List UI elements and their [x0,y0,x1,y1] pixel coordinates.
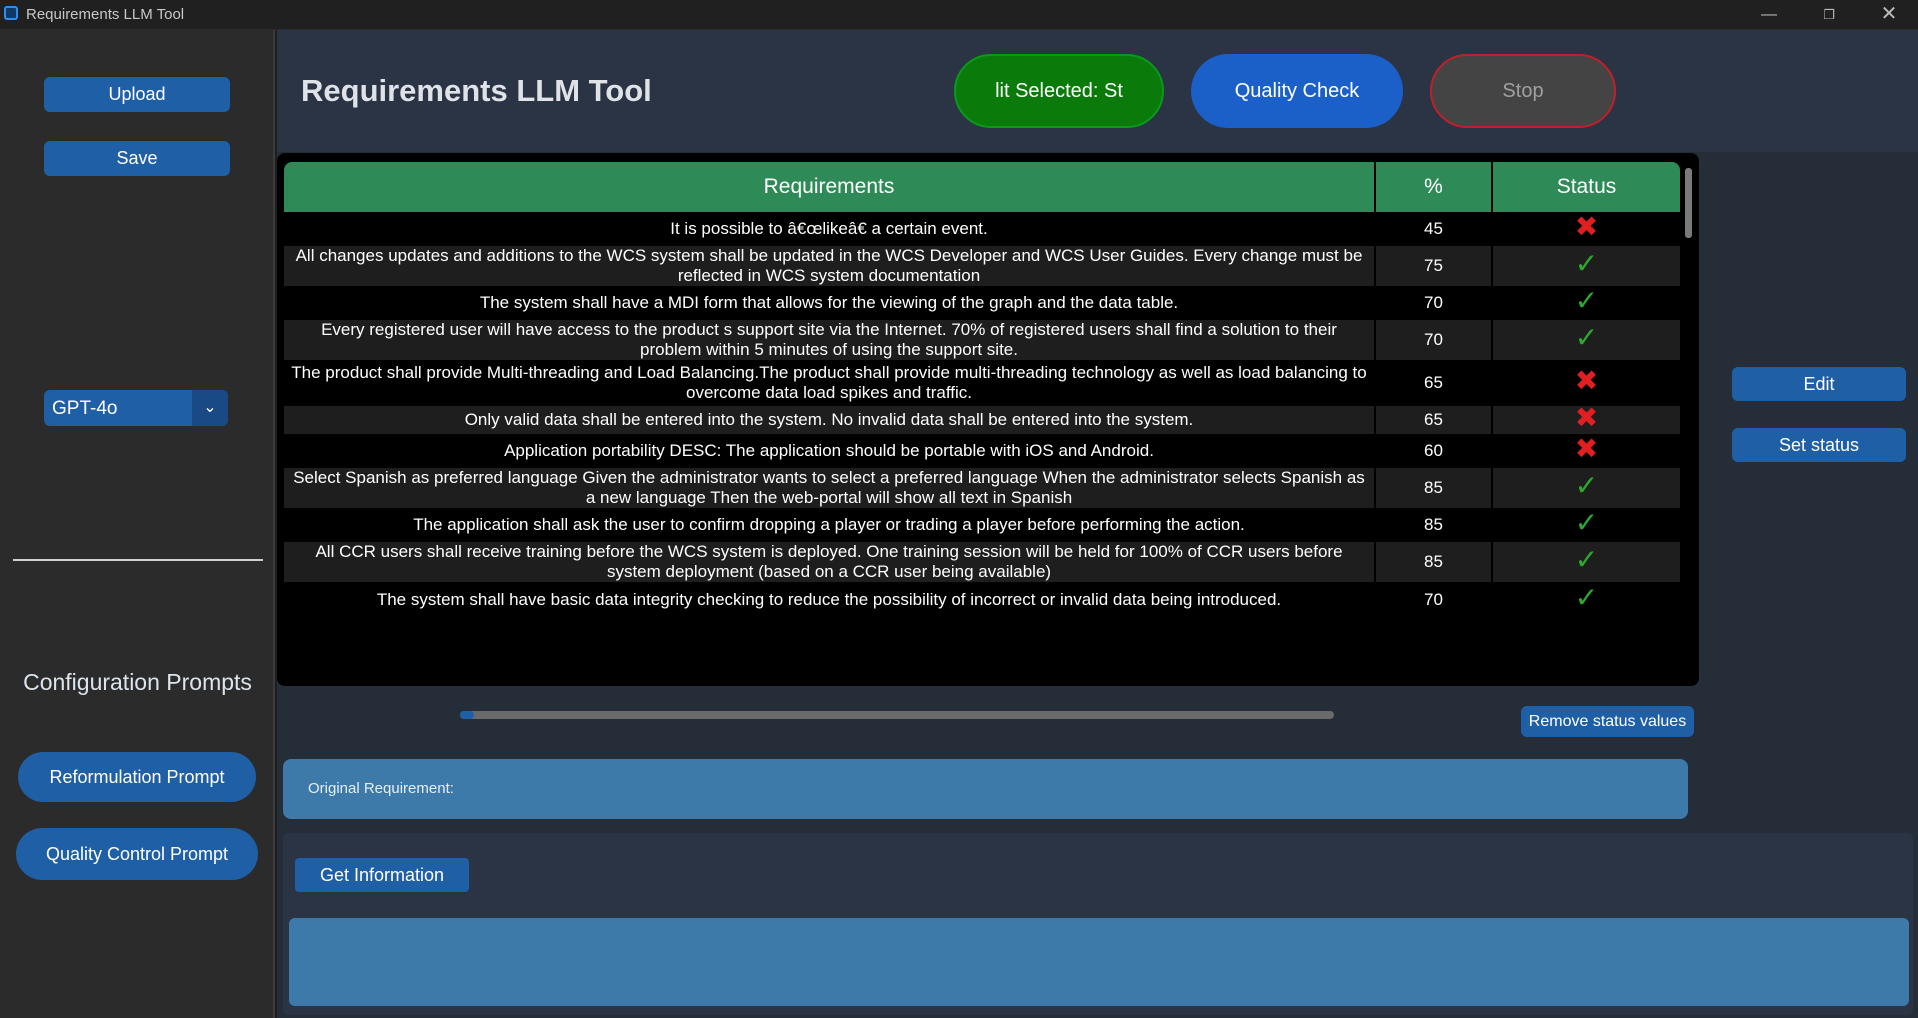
chevron-down-icon[interactable]: ⌄ [192,390,228,426]
quality-check-button[interactable]: Quality Check [1191,54,1403,128]
edit-button[interactable]: Edit [1732,367,1906,401]
percent-cell: 60 [1375,434,1493,467]
table-row[interactable]: Only valid data shall be entered into th… [284,402,1680,436]
column-header-requirements[interactable]: Requirements [284,162,1376,214]
remove-status-values-button[interactable]: Remove status values [1521,706,1694,737]
requirement-cell[interactable]: All CCR users shall receive training bef… [284,539,1376,584]
status-cell: ✖ [1492,360,1680,405]
requirements-table: Requirements % Status It is possible to … [284,162,1680,616]
cross-icon: ✖ [1574,211,1599,242]
requirement-cell[interactable]: The system shall have basic data integri… [284,582,1376,616]
checkmark-icon: ✓ [1574,285,1599,316]
column-header-status[interactable]: Status [1492,162,1680,214]
minimize-icon[interactable]: — [1746,0,1792,29]
requirements-table-container: Requirements % Status It is possible to … [277,153,1699,686]
requirement-cell[interactable]: The application shall ask the user to co… [284,508,1376,541]
column-header-percent[interactable]: % [1375,162,1493,214]
table-row[interactable]: Every registered user will have access t… [284,317,1680,362]
original-requirement-label: Original Requirement: [308,780,454,797]
percent-cell: 75 [1375,243,1493,288]
status-cell: ✓ [1492,582,1680,616]
table-row[interactable]: The application shall ask the user to co… [284,507,1680,541]
status-cell: ✓ [1492,285,1680,319]
upload-button[interactable]: Upload [44,77,230,112]
requirement-cell[interactable]: Every registered user will have access t… [284,317,1376,362]
stop-button[interactable]: Stop [1430,54,1616,128]
table-row[interactable]: All changes updates and additions to the… [284,243,1680,288]
table-row[interactable]: The system shall have a MDI form that al… [284,285,1680,319]
table-horizontal-scrollbar[interactable] [460,711,1334,719]
original-requirement-field[interactable]: Original Requirement: [283,759,1688,819]
sidebar-divider [13,559,263,561]
percent-cell: 85 [1375,508,1493,541]
status-cell: ✓ [1492,507,1680,541]
status-cell: ✖ [1492,211,1680,245]
percent-cell: 70 [1375,286,1493,319]
model-dropdown[interactable]: GPT-4o ⌄ [44,390,228,426]
cross-icon: ✖ [1574,365,1599,396]
save-button[interactable]: Save [44,141,230,176]
scrollbar-thumb[interactable] [460,711,474,719]
percent-cell: 70 [1375,582,1493,616]
app-icon [4,6,18,20]
maximize-icon[interactable]: ❐ [1806,0,1852,29]
requirement-cell[interactable]: Select Spanish as preferred language Giv… [284,465,1376,510]
table-row[interactable]: The system shall have basic data integri… [284,582,1680,616]
table-row[interactable]: It is possible to â€œlikeâ€ a certain ev… [284,211,1680,245]
checkmark-icon: ✓ [1574,470,1599,501]
table-row[interactable]: Application portability DESC: The applic… [284,433,1680,467]
checkmark-icon: ✓ [1574,322,1599,353]
requirement-cell[interactable]: All changes updates and additions to the… [284,243,1376,288]
requirement-cell[interactable]: It is possible to â€œlikeâ€ a certain ev… [284,212,1376,245]
table-row[interactable]: The product shall provide Multi-threadin… [284,360,1680,405]
status-cell: ✓ [1492,317,1680,362]
header: Requirements LLM Tool lit Selected: St Q… [277,30,1918,152]
requirement-cell[interactable]: The product shall provide Multi-threadin… [284,360,1376,405]
page-title: Requirements LLM Tool [301,73,652,108]
percent-cell: 85 [1375,465,1493,510]
status-cell: ✖ [1492,402,1680,436]
table-row[interactable]: Select Spanish as preferred language Giv… [284,465,1680,510]
close-icon[interactable]: ✕ [1866,0,1912,29]
requirement-cell[interactable]: The system shall have a MDI form that al… [284,286,1376,319]
percent-cell: 45 [1375,212,1493,245]
requirement-cell[interactable]: Only valid data shall be entered into th… [284,403,1376,436]
checkmark-icon: ✓ [1574,544,1599,575]
percent-cell: 65 [1375,360,1493,405]
percent-cell: 85 [1375,539,1493,584]
information-output-box[interactable] [289,918,1909,1006]
reformulation-prompt-button[interactable]: Reformulation Prompt [18,752,256,802]
table-row[interactable]: All CCR users shall receive training bef… [284,539,1680,584]
model-dropdown-value: GPT-4o [52,398,118,419]
checkmark-icon: ✓ [1574,582,1599,614]
status-cell: ✓ [1492,539,1680,584]
split-selected-button[interactable]: lit Selected: St [954,54,1164,128]
status-cell: ✓ [1492,465,1680,510]
set-status-button[interactable]: Set status [1732,428,1906,462]
checkmark-icon: ✓ [1574,507,1599,538]
requirement-cell[interactable]: Application portability DESC: The applic… [284,434,1376,467]
checkmark-icon: ✓ [1574,248,1599,279]
cross-icon: ✖ [1574,433,1599,464]
cross-icon: ✖ [1574,402,1599,433]
percent-cell: 65 [1375,403,1493,436]
configuration-prompts-title: Configuration Prompts [23,669,252,695]
status-cell: ✖ [1492,433,1680,467]
quality-control-prompt-button[interactable]: Quality Control Prompt [16,828,258,880]
window-title: Requirements LLM Tool [26,6,185,23]
percent-cell: 70 [1375,317,1493,362]
table-vertical-scrollbar[interactable] [1685,168,1692,238]
get-information-button[interactable]: Get Information [295,858,469,892]
status-cell: ✓ [1492,243,1680,288]
window-titlebar: Requirements LLM Tool — ❐ ✕ [0,0,1918,30]
